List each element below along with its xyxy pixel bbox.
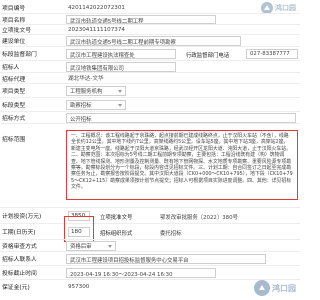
row-approval-no: 立项批文号 2023041111107374 bbox=[0, 24, 300, 34]
label-tender-unit: 招标人 bbox=[2, 65, 20, 71]
bid-unit-field[interactable]: 武汉市工程建设项目招投标监督服务中心交易平台 bbox=[66, 254, 266, 264]
row-supervisor: 标段监督部门 武汉市工程建设执法稽查处 行政监督部门电话 027-8338777… bbox=[0, 46, 300, 60]
label-supervisor: 标段监督部门 bbox=[2, 52, 37, 58]
row-agency: 招标代理 湖北华达-文华 bbox=[0, 72, 300, 83]
watermark-bottom: 鸿口园 bbox=[254, 280, 296, 296]
label-method: 招标方式 bbox=[2, 116, 26, 122]
scope-text: 一、工程概况：该工程线路起于京珠路，起点接前期已建成线路终点，止于汉阳火车站（不… bbox=[71, 133, 293, 191]
value-approval-doc: 鄂发改审批服务〔2022〕380号 bbox=[160, 215, 238, 221]
label-section-type: 标段类型 bbox=[2, 103, 26, 109]
row-code: 项目编号 4201142022072301 bbox=[0, 2, 300, 13]
row-bid-unit: 招标人联系人 武汉市工程建设项目招投标监督服务中心交易平台 bbox=[0, 251, 300, 265]
label-scope: 招标范围 bbox=[2, 137, 26, 143]
label-approval-no: 立项批文号 bbox=[2, 28, 31, 34]
label-org-form: 招标组织形式 bbox=[100, 231, 133, 237]
label-project-name: 项目名称 bbox=[2, 17, 26, 24]
method-field[interactable]: 公开招标 bbox=[66, 113, 296, 123]
value-code: 4201142022072301 bbox=[68, 4, 125, 11]
label-project-type: 项目类型 bbox=[2, 89, 26, 95]
scope-textarea[interactable]: 一、工程概况：该工程线路起于京珠路，起点接前期已建成线路终点，止于汉阳火车站（不… bbox=[66, 130, 298, 200]
row-bid-time: 投标截止时间 2023-04-19 16:30～2023-04-24 16:30 bbox=[0, 265, 300, 279]
project-type-select[interactable]: 工程服务机构 bbox=[66, 86, 126, 96]
label-deposit: 保证金(元) bbox=[2, 285, 30, 291]
row-method: 招标方式 公开招标 bbox=[0, 111, 300, 123]
label-code: 项目编号 bbox=[2, 6, 26, 12]
label-approval-doc: 立项批准文号 bbox=[100, 215, 133, 221]
row-project-name: 项目名称 武汉市轨道交通5号线二期工程 bbox=[0, 13, 300, 24]
supervisor-phone-field[interactable]: 027-83387777 bbox=[246, 49, 298, 59]
label-construction-unit: 建设单位 bbox=[2, 39, 26, 45]
row-section-type: 标段类型 勘察招标 bbox=[0, 97, 300, 111]
row-qualification: 资格审查方式 资格后审 bbox=[0, 239, 300, 251]
value-deposit: 957300 bbox=[68, 283, 90, 290]
value-approval-no: 2023041111107374 bbox=[68, 26, 125, 33]
label-duration: 工期(日历天) bbox=[2, 230, 36, 236]
qualification-select[interactable]: 资格后审 bbox=[66, 241, 116, 251]
tender-info-page: 鸿口园 项目编号 4201142022072301 项目名称 武汉市轨道交通5号… bbox=[0, 0, 300, 300]
label-supervisor-phone: 行政监督部门电话 bbox=[186, 53, 230, 59]
value-org-form: 委托招标 bbox=[160, 231, 182, 237]
bid-time-field[interactable]: 2023-04-19 16:30～2023-04-24 16:30 bbox=[66, 268, 216, 278]
label-qualification: 资格审查方式 bbox=[2, 244, 37, 250]
row-project-type: 项目类型 工程服务机构 bbox=[0, 83, 300, 97]
label-agency: 招标代理 bbox=[2, 76, 26, 83]
investment-field[interactable]: 3850 bbox=[68, 211, 90, 221]
section-type-select[interactable]: 勘察招标 bbox=[66, 100, 126, 110]
tender-unit-field[interactable]: 武汉地铁集团有限公司 bbox=[66, 62, 176, 72]
construction-unit-field[interactable]: 武汉市轨道交通5号线二期工程前期专项勘察 bbox=[66, 36, 241, 46]
project-name-field[interactable]: 武汉市轨道交通5号线二期工程 bbox=[66, 15, 216, 24]
label-investment: 计划投资(万元) bbox=[2, 214, 42, 220]
row-tender-unit: 招标人 武汉地铁集团有限公司 bbox=[0, 60, 300, 72]
row-investment: 计划投资(万元) 3850 立项批准文号 鄂发改审批服务〔2022〕380号 bbox=[0, 207, 300, 223]
row-duration: 工期(日历天) 180 招标组织形式 委托招标 bbox=[0, 223, 300, 239]
label-bid-unit: 招标人联系人 bbox=[2, 257, 37, 263]
duration-field[interactable]: 180 bbox=[68, 227, 90, 237]
supervisor-field[interactable]: 武汉市工程建设执法稽查处 bbox=[66, 49, 176, 59]
label-bid-time: 投标截止时间 bbox=[2, 271, 37, 277]
hongkou-logo-icon bbox=[254, 280, 270, 296]
watermark-bottom-text: 鸿口园 bbox=[272, 283, 296, 293]
value-agency: 湖北华达-文华 bbox=[68, 76, 104, 82]
row-construction-unit: 建设单位 武汉市轨道交通5号线二期工程前期专项勘察 bbox=[0, 34, 300, 46]
